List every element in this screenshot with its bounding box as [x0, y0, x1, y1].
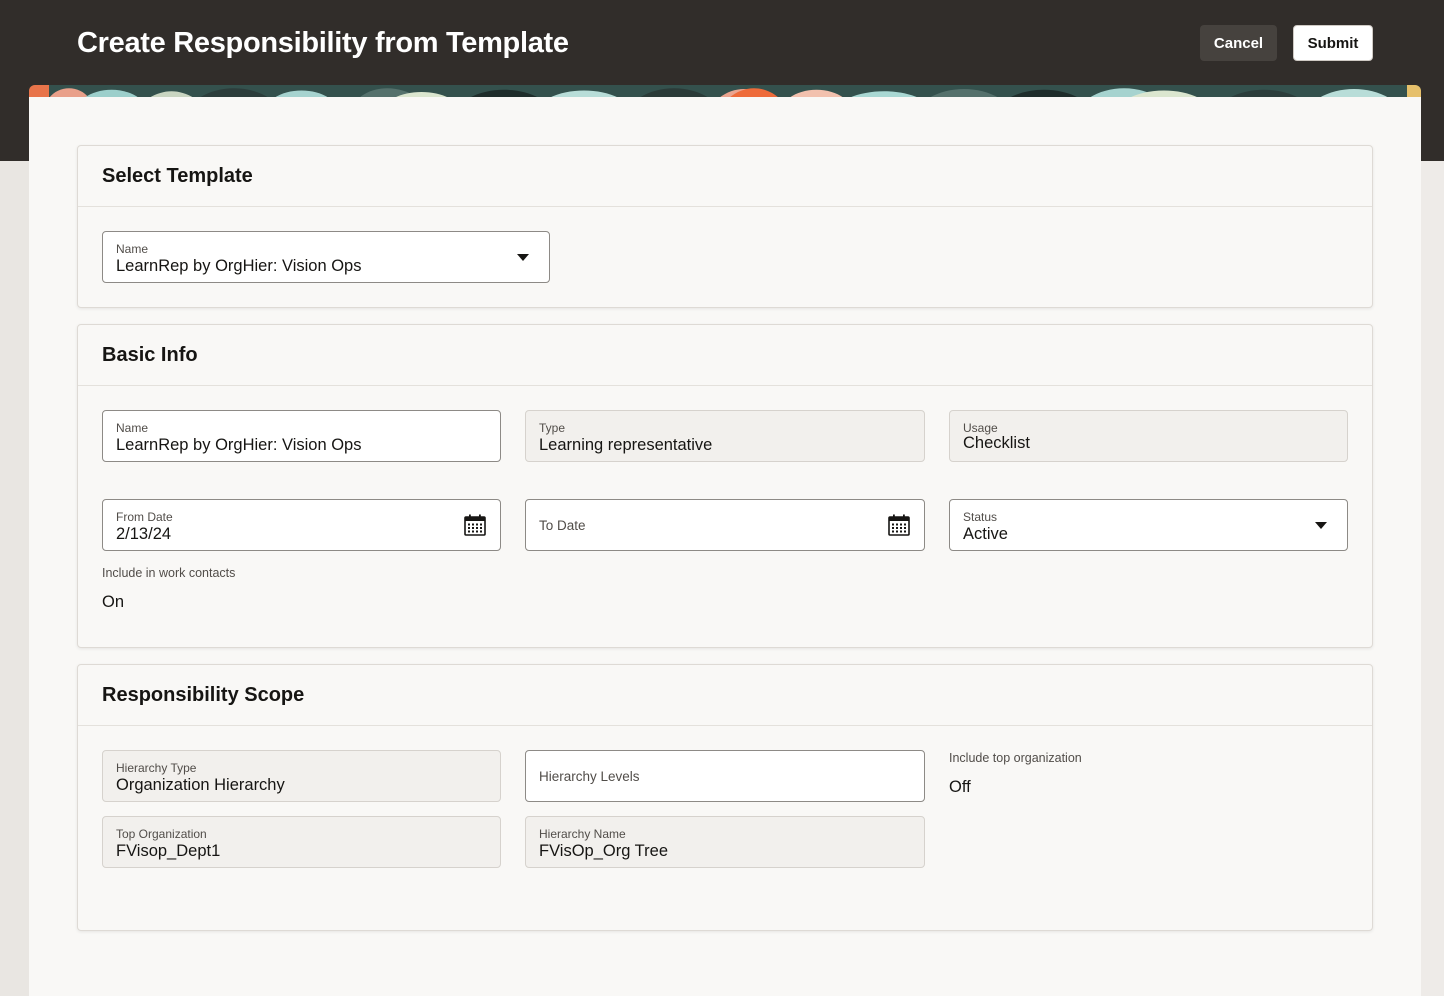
- template-name-value: LearnRep by OrgHier: Vision Ops: [116, 257, 362, 275]
- include-top-org-label: Include top organization: [949, 751, 1082, 765]
- top-organization-field: Top Organization FVisop_Dept1: [102, 816, 501, 868]
- to-date-label: To Date: [539, 518, 586, 533]
- to-date-field[interactable]: To Date: [525, 499, 925, 551]
- page-title: Create Responsibility from Template: [77, 27, 569, 59]
- hierarchy-name-field: Hierarchy Name FVisOp_Org Tree: [525, 816, 925, 868]
- section-header: Responsibility Scope: [78, 665, 1372, 726]
- hierarchy-type-value: Organization Hierarchy: [116, 776, 285, 794]
- section-title: Basic Info: [102, 343, 198, 366]
- work-contacts-label: Include in work contacts: [102, 566, 236, 580]
- hierarchy-levels-field[interactable]: Hierarchy Levels: [525, 750, 925, 802]
- status-value: Active: [963, 525, 1008, 543]
- from-date-value: 2/13/24: [116, 525, 172, 543]
- hierarchy-type-field: Hierarchy Type Organization Hierarchy: [102, 750, 501, 802]
- section-title: Responsibility Scope: [102, 683, 305, 706]
- name-value: LearnRep by OrgHier: Vision Ops: [116, 436, 362, 454]
- type-value: Learning representative: [539, 436, 713, 454]
- type-field: Type Learning representative: [525, 410, 925, 462]
- include-top-org-value[interactable]: Off: [949, 778, 971, 797]
- name-field[interactable]: Name LearnRep by OrgHier: Vision Ops: [102, 410, 501, 462]
- status-select[interactable]: Status Active: [949, 499, 1348, 551]
- cancel-button[interactable]: Cancel: [1200, 25, 1277, 61]
- submit-button[interactable]: Submit: [1293, 25, 1373, 61]
- background-left: [0, 161, 29, 996]
- hierarchy-name-value: FVisOp_Org Tree: [539, 842, 668, 860]
- from-date-field[interactable]: From Date 2/13/24: [102, 499, 501, 551]
- usage-value: Checklist: [963, 434, 1030, 452]
- select-template-section: Select Template: [77, 145, 1373, 308]
- calendar-icon[interactable]: [463, 513, 487, 537]
- template-name-select[interactable]: Name LearnRep by OrgHier: Vision Ops: [102, 231, 550, 283]
- type-label: Type: [539, 421, 566, 435]
- usage-label: Usage: [963, 421, 998, 435]
- section-header: Basic Info: [78, 325, 1372, 386]
- template-name-label: Name: [116, 242, 149, 256]
- background-right: [1421, 161, 1444, 996]
- hierarchy-levels-label: Hierarchy Levels: [539, 769, 640, 784]
- top-organization-value: FVisop_Dept1: [116, 842, 221, 860]
- section-header: Select Template: [78, 146, 1372, 207]
- chevron-down-icon[interactable]: [1315, 522, 1327, 529]
- status-label: Status: [963, 510, 998, 524]
- work-contacts-value[interactable]: On: [102, 593, 124, 612]
- from-date-label: From Date: [116, 510, 173, 524]
- hierarchy-type-label: Hierarchy Type: [116, 761, 197, 775]
- top-organization-label: Top Organization: [116, 827, 207, 841]
- name-label: Name: [116, 421, 149, 435]
- chevron-down-icon[interactable]: [517, 254, 529, 261]
- section-title: Select Template: [102, 164, 253, 187]
- basic-info-section: Basic Info: [77, 324, 1373, 648]
- calendar-icon[interactable]: [887, 513, 911, 537]
- usage-field: Usage Checklist: [949, 410, 1348, 462]
- hierarchy-name-label: Hierarchy Name: [539, 827, 626, 841]
